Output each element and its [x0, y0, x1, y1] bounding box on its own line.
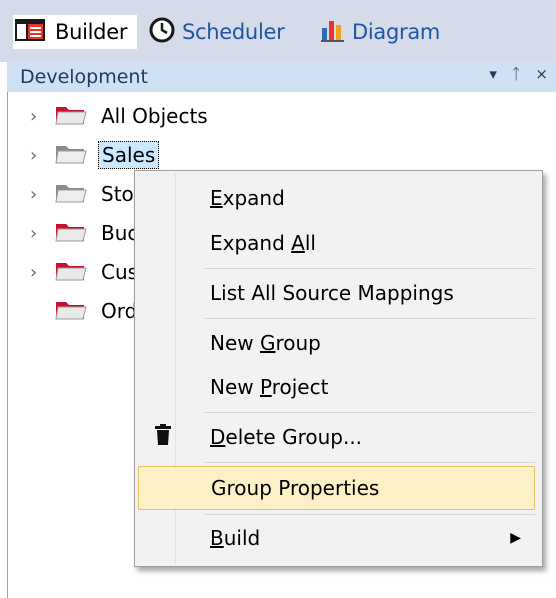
menu-separator: [205, 268, 535, 269]
tab-builder-label: Builder: [55, 20, 128, 44]
tab-strip: Builder Scheduler Diagram: [0, 0, 556, 62]
menu-separator: [205, 514, 535, 515]
submenu-arrow-icon: ▶: [510, 530, 521, 546]
pin-icon[interactable]: ᛏ: [512, 65, 521, 83]
menu-item-new-project[interactable]: New Project: [138, 365, 535, 409]
menu-separator: [205, 462, 535, 463]
tab-diagram[interactable]: Diagram: [320, 15, 440, 49]
tree-item-buc[interactable]: › Buc: [8, 214, 141, 252]
chevron-right-icon[interactable]: ›: [30, 262, 50, 283]
chevron-right-icon[interactable]: ›: [30, 184, 50, 205]
tree-item-label: All Objects: [101, 104, 208, 128]
menu-item-build[interactable]: Build ▶: [138, 516, 535, 560]
menu-item-expand-all[interactable]: Expand All: [138, 221, 535, 265]
grey-folder-icon: [54, 141, 88, 170]
menu-separator: [205, 412, 535, 413]
tree-item-sales[interactable]: › Sales: [8, 136, 160, 174]
tree-item-all-objects[interactable]: › All Objects: [8, 97, 211, 135]
tree-item-ord[interactable]: › Ord: [8, 292, 140, 330]
clock-icon: [148, 16, 176, 49]
red-folder-icon: [54, 297, 88, 326]
context-menu: Expand Expand All List All Source Mappin…: [134, 170, 543, 567]
tree-item-label-selected: Sales: [98, 141, 160, 169]
dropdown-icon[interactable]: ▾: [489, 65, 497, 83]
menu-item-new-group[interactable]: New Group: [138, 321, 535, 365]
bar-chart-icon: [320, 18, 346, 47]
panel-title: Development: [20, 66, 148, 88]
tree-item-sto[interactable]: › Sto: [8, 175, 137, 213]
close-icon[interactable]: ×: [535, 65, 548, 83]
tab-builder[interactable]: Builder: [13, 15, 137, 49]
menu-item-group-properties[interactable]: Group Properties: [138, 466, 535, 510]
red-folder-icon: [54, 258, 88, 287]
chevron-right-icon[interactable]: ›: [30, 145, 50, 166]
menu-item-list-all-source-mappings[interactable]: List All Source Mappings: [138, 271, 535, 315]
builder-icon: [13, 18, 49, 47]
menu-item-delete-group[interactable]: Delete Group...: [138, 415, 535, 459]
panel-header: Development ▾ ᛏ ×: [7, 62, 556, 92]
menu-item-expand[interactable]: Expand: [138, 176, 535, 220]
menu-separator: [205, 318, 535, 319]
chevron-right-icon[interactable]: ›: [30, 223, 50, 244]
grey-folder-icon: [54, 180, 88, 209]
red-folder-icon: [54, 102, 88, 131]
tree-item-cus[interactable]: › Cus: [8, 253, 141, 291]
tree-item-label: Sto: [101, 182, 134, 206]
chevron-right-icon[interactable]: ›: [30, 106, 50, 127]
red-folder-icon: [54, 219, 88, 248]
tab-scheduler-label: Scheduler: [182, 20, 285, 44]
tab-scheduler[interactable]: Scheduler: [148, 15, 285, 49]
trash-icon: [152, 423, 174, 451]
tab-diagram-label: Diagram: [352, 20, 441, 44]
